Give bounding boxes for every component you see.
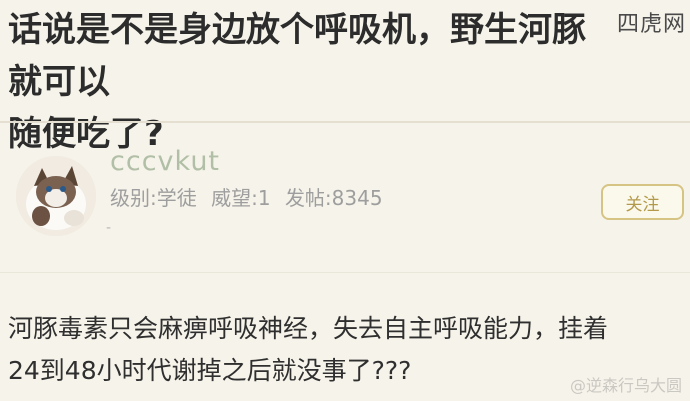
follow-button[interactable]: 关注 — [601, 184, 684, 220]
user-signature-dash: - — [106, 220, 112, 236]
user-meta: 级别:学徒 威望:1 发帖:8345 — [110, 182, 391, 211]
cat-avatar-image — [16, 156, 96, 236]
reply-content-line-1: 河豚毒素只会麻痹呼吸神经，失去自主呼吸能力，挂着 — [8, 314, 609, 343]
weibo-watermark-text: @逆森行乌大圆 — [569, 376, 682, 395]
header-divider — [0, 121, 690, 123]
post-title: 话说是不是身边放个呼吸机，野生河豚就可以 随便吃了? — [8, 4, 608, 160]
user-prestige: 威望:1 — [211, 186, 271, 210]
post-title-line-2: 随便吃了? — [8, 114, 164, 154]
watermark-bottom: @逆森行乌大圆 — [570, 372, 682, 396]
username[interactable]: cccvkut — [110, 146, 220, 177]
avatar[interactable] — [16, 156, 96, 236]
user-post-count: 发帖:8345 — [284, 186, 383, 210]
post-title-line-1: 话说是不是身边放个呼吸机，野生河豚就可以 — [8, 10, 586, 102]
reply-divider — [0, 272, 690, 273]
user-level: 级别:学徒 — [110, 186, 197, 210]
watermark-top: 四虎网 — [616, 12, 686, 37]
